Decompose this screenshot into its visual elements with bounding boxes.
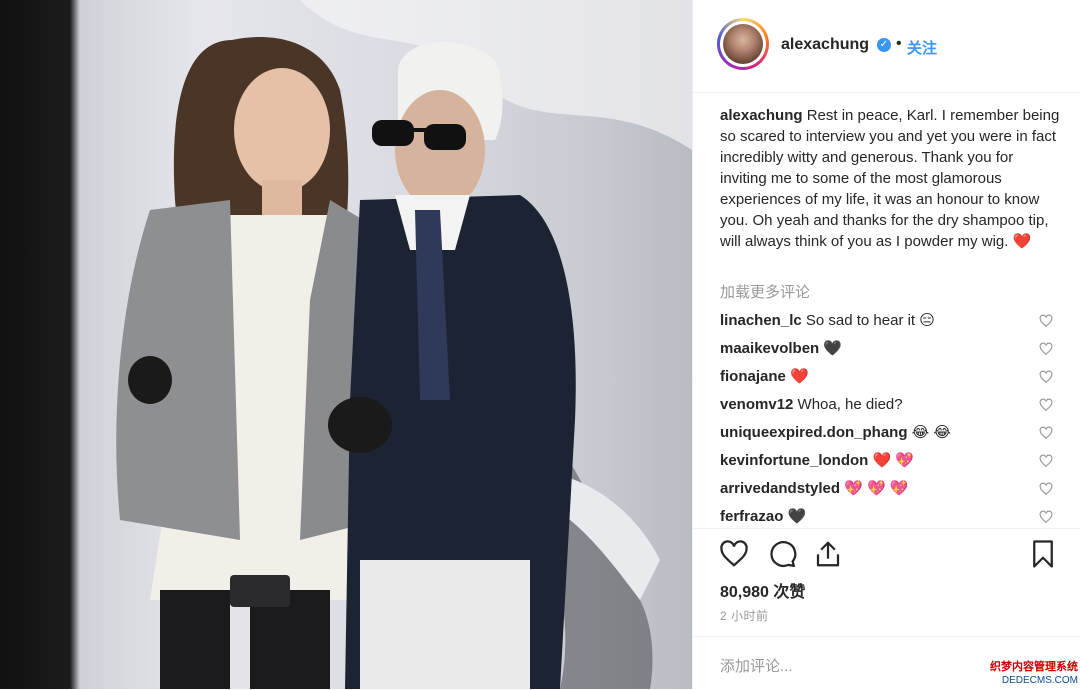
comment-username[interactable]: fionajane xyxy=(720,368,786,385)
comment-username[interactable]: arrivedandstyled xyxy=(720,480,840,497)
post-header: alexachung ✓ • 关注 xyxy=(693,0,1080,93)
comment-item: uniqueexpired.don_phang 😂 😂 xyxy=(720,423,951,443)
post-caption: alexachung Rest in peace, Karl. I rememb… xyxy=(720,105,1060,252)
comment-text: ❤️ 💖 xyxy=(868,452,915,469)
comment-item: maaikevolben 🖤 xyxy=(720,339,842,359)
post-timestamp: 2 小时前 xyxy=(720,609,769,623)
header-username[interactable]: alexachung xyxy=(781,36,869,54)
likes-count[interactable]: 80,980 次赞 xyxy=(720,578,805,602)
verified-badge-icon: ✓ xyxy=(877,38,891,52)
comment-item: ferfrazao 🖤 xyxy=(720,507,806,527)
comment-text: 💖 💖 💖 xyxy=(840,480,909,497)
watermark: 织梦内容管理系统 DEDECMS.COM xyxy=(990,661,1078,687)
caption-text: Rest in peace, Karl. I remember being so… xyxy=(720,107,1060,250)
like-comment-heart-icon[interactable] xyxy=(1039,426,1053,440)
watermark-line2: DEDECMS.COM xyxy=(1001,675,1078,686)
post-photo[interactable] xyxy=(0,0,692,689)
comment-bubble-icon[interactable] xyxy=(767,539,797,569)
watermark-line1: 织梦内容管理系统 xyxy=(990,661,1078,673)
comment-username[interactable]: venomv12 xyxy=(720,396,793,413)
caption-username[interactable]: alexachung xyxy=(720,107,803,124)
comment-username[interactable]: linachen_lc xyxy=(720,312,802,329)
comment-text: Whoa, he died? xyxy=(793,396,903,413)
comment-text: So sad to hear it 😑 xyxy=(801,312,935,329)
separator-dot: • xyxy=(896,35,902,52)
comment-text: 😂 😂 xyxy=(907,424,951,441)
like-comment-heart-icon[interactable] xyxy=(1039,342,1053,356)
comment-text: ❤️ xyxy=(785,368,809,385)
bookmark-icon[interactable] xyxy=(1028,539,1058,569)
comment-username[interactable]: uniqueexpired.don_phang xyxy=(720,424,908,441)
like-comment-heart-icon[interactable] xyxy=(1039,370,1053,384)
comment-username[interactable]: ferfrazao xyxy=(720,508,783,525)
comment-item: fionajane ❤️ xyxy=(720,367,809,387)
like-comment-heart-icon[interactable] xyxy=(1039,314,1053,328)
like-comment-heart-icon[interactable] xyxy=(1039,454,1053,468)
comment-username[interactable]: kevinfortune_london xyxy=(720,452,868,469)
follow-button[interactable]: 关注 xyxy=(907,37,937,58)
like-heart-icon[interactable] xyxy=(719,539,749,569)
comment-item: linachen_lc So sad to hear it 😑 xyxy=(720,311,935,331)
like-comment-heart-icon[interactable] xyxy=(1039,398,1053,412)
comment-item: venomv12 Whoa, he died? xyxy=(720,395,903,415)
like-comment-heart-icon[interactable] xyxy=(1039,482,1053,496)
action-bar xyxy=(693,528,1080,579)
comment-username[interactable]: maaikevolben xyxy=(720,340,819,357)
avatar[interactable] xyxy=(717,18,769,70)
like-comment-heart-icon[interactable] xyxy=(1039,510,1053,524)
load-more-comments-link[interactable]: 加载更多评论 xyxy=(720,281,810,302)
post-sidebar: alexachung ✓ • 关注 alexachung Rest in pea… xyxy=(692,0,1080,689)
comment-item: kevinfortune_london ❤️ 💖 xyxy=(720,451,914,471)
add-comment-input[interactable]: 添加评论... xyxy=(720,655,793,676)
share-upload-icon[interactable] xyxy=(813,539,843,569)
photo-illustration xyxy=(116,0,692,689)
comment-text: 🖤 xyxy=(819,340,843,357)
comment-item: arrivedandstyled 💖 💖 💖 xyxy=(720,479,909,499)
comment-text: 🖤 xyxy=(783,508,807,525)
